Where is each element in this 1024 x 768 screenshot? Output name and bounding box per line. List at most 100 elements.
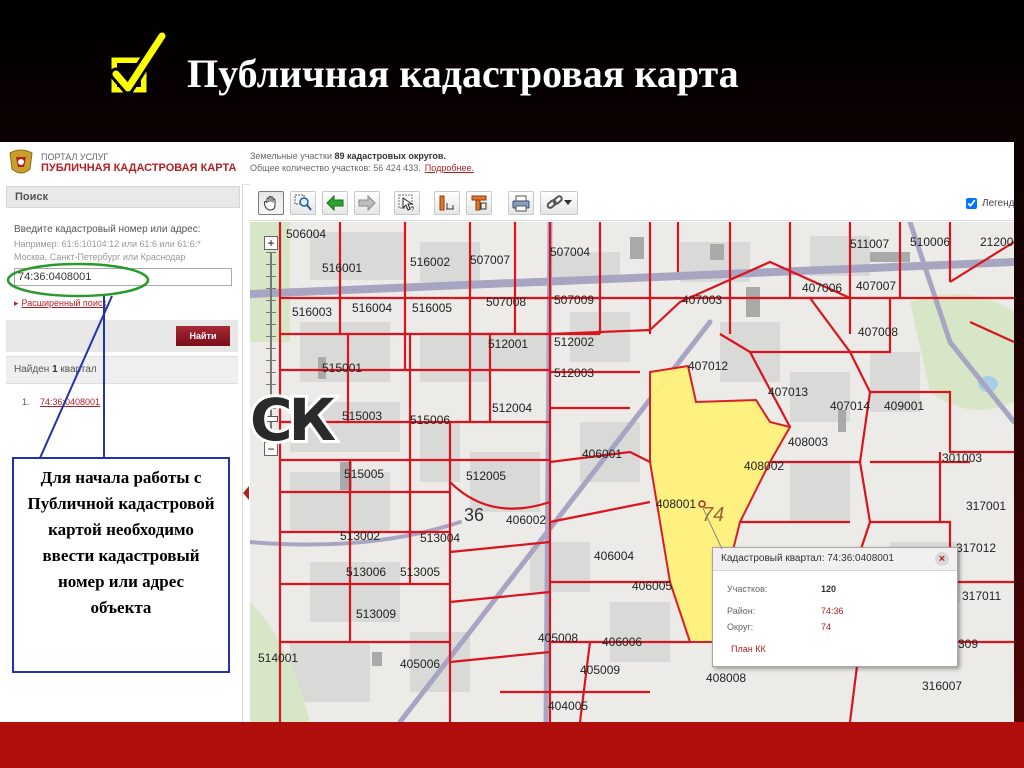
quarter-label: 406002	[506, 513, 546, 527]
print-button[interactable]	[508, 191, 534, 215]
quarter-label: 407006	[802, 281, 842, 295]
quarter-label: 513006	[346, 565, 386, 579]
region-label-36: 36	[464, 505, 485, 525]
quarter-label: 317011	[962, 589, 1001, 603]
quarter-label: 405006	[400, 657, 440, 671]
portal-header: ПОРТАЛ УСЛУГ ПУБЛИЧНАЯ КАДАСТРОВАЯ КАРТА…	[0, 142, 1014, 185]
parcels-label: Участков:	[727, 584, 768, 594]
quarter-label: 404005	[548, 699, 588, 713]
quarter-label: 406006	[602, 635, 642, 649]
forward-button[interactable]	[354, 191, 380, 215]
quarter-label: 512003	[554, 366, 594, 380]
popup-title: Кадастровый квартал: 74:36:0408001	[721, 553, 894, 564]
measure-length-button[interactable]	[434, 191, 460, 215]
quarter-label: 408002	[744, 459, 784, 473]
found-suffix: квартал	[60, 364, 97, 375]
quarter-label: 507004	[550, 245, 590, 259]
legend-checkbox[interactable]	[966, 198, 977, 209]
quarter-label: 512005	[466, 469, 506, 483]
measure-length-icon	[439, 195, 454, 211]
search-hint: Например: 61:6:10104:12 или 61:6 или 61:…	[14, 239, 201, 262]
advanced-search-link[interactable]: Расширенный поиск	[14, 298, 107, 309]
quarter-label: 405008	[538, 631, 578, 645]
stats-prefix: Земельные участки	[250, 151, 333, 161]
quarter-label: 506004	[286, 227, 326, 241]
quarter-label: 409001	[884, 399, 924, 413]
quarter-label: 516001	[322, 261, 362, 275]
parcels-value: 120	[821, 584, 837, 594]
quarter-label: 407007	[856, 279, 896, 293]
collapse-sidebar-handle[interactable]	[243, 486, 249, 500]
quarter-label: 513002	[340, 529, 380, 543]
quarter-label: 405009	[580, 663, 620, 677]
quarter-label: 407014	[830, 399, 870, 413]
chevron-down-icon	[564, 200, 572, 205]
quarter-label: 512001	[488, 337, 528, 351]
slide-title: Публичная кадастровая карта	[187, 51, 739, 96]
quarter-label: 406001	[582, 447, 622, 461]
quarter-label: 511007	[850, 237, 889, 251]
quarter-label: 407003	[682, 293, 722, 307]
result-number: 1.	[22, 397, 30, 407]
quarter-label: 212006	[980, 235, 1014, 249]
plan-kk-link[interactable]: План КК	[731, 644, 766, 654]
portal-name: ПОРТАЛ УСЛУГ	[41, 152, 109, 162]
search-prompt: Введите кадастровый номер или адрес:	[14, 224, 201, 235]
arrow-left-icon	[326, 195, 344, 211]
district-value[interactable]: 74:36	[821, 606, 844, 616]
result-link[interactable]: 74:36:0408001	[40, 397, 100, 407]
quarter-label: 513005	[400, 565, 440, 579]
quarter-label: 317001	[966, 499, 1006, 513]
print-icon	[512, 195, 530, 212]
cadastral-search-input[interactable]	[14, 268, 232, 286]
stats-line: Земельные участки 89 кадастровых округов…	[250, 151, 446, 161]
okrug-label: Округ:	[727, 622, 754, 632]
link-icon	[546, 195, 563, 209]
stats-count: 89 кадастровых округов.	[334, 151, 446, 161]
results-count: Найден 1 квартал	[14, 364, 97, 375]
quarter-label: 512002	[554, 335, 594, 349]
portal-subtitle[interactable]: ПУБЛИЧНАЯ КАДАСТРОВАЯ КАРТА	[41, 162, 236, 174]
more-link[interactable]: Подробнее.	[425, 163, 474, 173]
popup-close-button[interactable]: ×	[935, 552, 949, 566]
quarter-label: 507009	[554, 293, 594, 307]
quarter-label: 515006	[410, 413, 450, 427]
info-pointer-icon: ?	[398, 194, 415, 212]
quarter-label: 407008	[858, 325, 898, 339]
quarter-info-popup: Кадастровый квартал: 74:36:0408001 × Уча…	[712, 547, 958, 667]
quarter-label: 507008	[486, 295, 526, 309]
legend-label: Легенда	[982, 198, 1014, 209]
stats-total: Общее количество участков: 56 424 433.	[250, 163, 421, 173]
checkbox-check-icon	[108, 30, 168, 96]
zoom-box-tool-button[interactable]	[290, 191, 316, 215]
region-label-74: 74	[702, 504, 725, 526]
sk-logo: СК	[247, 383, 339, 457]
quarter-label: 316007	[922, 679, 962, 693]
quarter-label: 516003	[292, 305, 332, 319]
quarter-label: 309	[958, 637, 978, 651]
popup-header: Кадастровый квартал: 74:36:0408001 ×	[713, 548, 957, 571]
quarter-label: 317012	[956, 541, 996, 555]
measure-area-button[interactable]	[466, 191, 492, 215]
close-icon: ×	[938, 553, 946, 565]
okrug-value[interactable]: 74	[821, 622, 831, 632]
slide-bottom-band	[0, 722, 1024, 768]
stats-total-line: Общее количество участков: 56 424 433. По…	[250, 163, 474, 173]
quarter-label: 515001	[322, 361, 362, 375]
arrow-right-icon	[358, 195, 376, 211]
info-tool-button[interactable]: ?	[394, 191, 420, 215]
quarter-label: 406004	[594, 549, 634, 563]
svg-text:?: ?	[411, 207, 415, 212]
zoom-in-button[interactable]: +	[264, 236, 278, 250]
back-button[interactable]	[322, 191, 348, 215]
search-panel-header[interactable]: Поиск	[6, 186, 240, 208]
quarter-label: 301003	[942, 451, 982, 465]
quarter-label: 516005	[412, 301, 452, 315]
pan-tool-button[interactable]	[258, 191, 284, 215]
find-button[interactable]: Найти	[176, 326, 230, 346]
quarter-label: 513009	[356, 607, 396, 621]
quarter-label: 406005	[632, 579, 672, 593]
link-dropdown-button[interactable]	[540, 191, 578, 215]
district-label: Район:	[727, 606, 756, 616]
hand-icon	[263, 196, 276, 211]
